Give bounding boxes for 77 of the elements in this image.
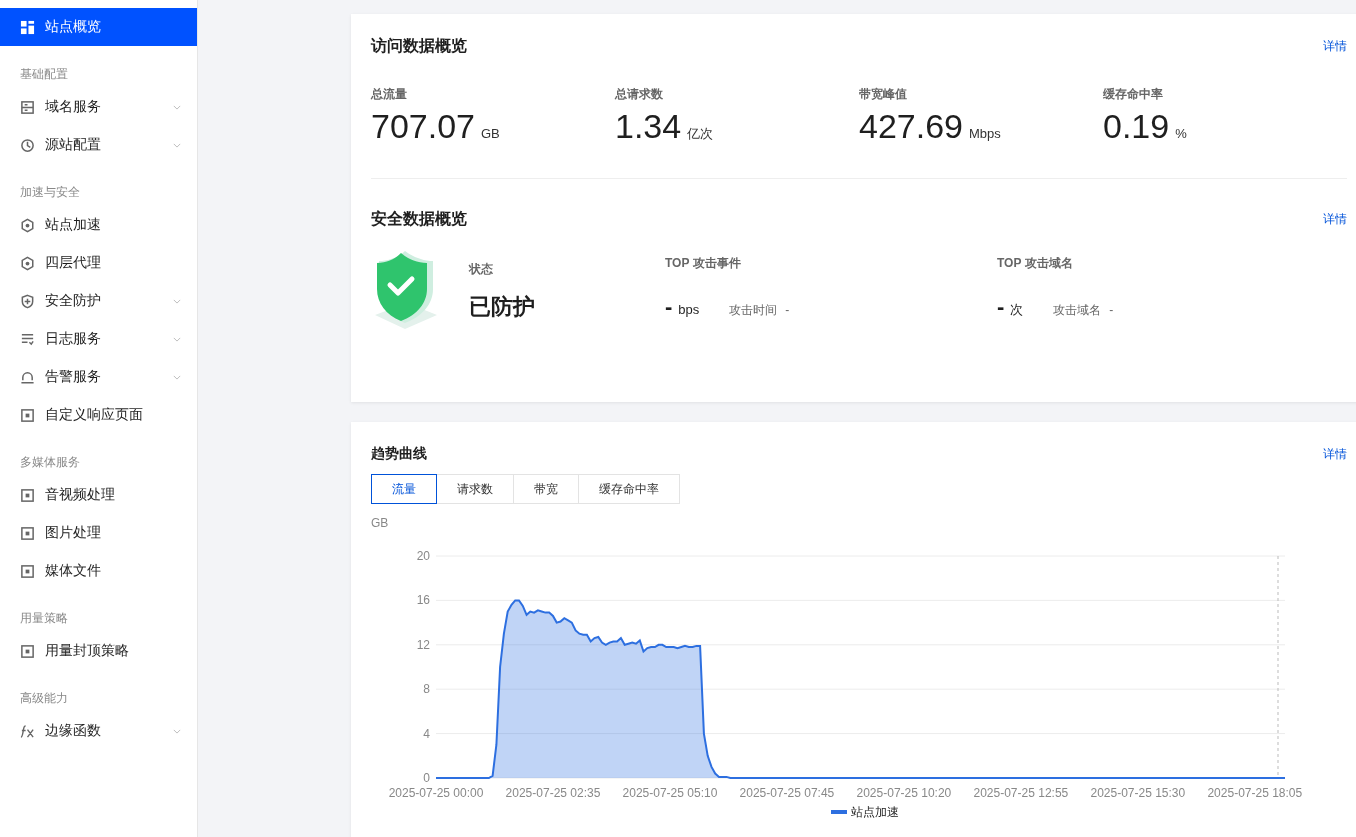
sidebar-item[interactable]: 音视频处理 [0, 476, 197, 514]
x-tick-label: 2025-07-25 07:45 [739, 786, 835, 800]
sidebar-item[interactable]: 自定义响应页面 [0, 396, 197, 434]
details-link[interactable]: 详情 [1323, 37, 1347, 55]
sidebar-item[interactable]: 边缘函数 [0, 712, 197, 750]
y-tick-label: 4 [423, 726, 430, 741]
chart-tab[interactable]: 缓存命中率 [578, 474, 680, 504]
sidebar-section-heading: 用量策略 [19, 610, 69, 627]
stat-value: 0.19 [1103, 107, 1170, 146]
stat-unit: Mbps [969, 126, 1001, 141]
attack-value: - [997, 294, 1005, 320]
sidebar-item[interactable]: 域名服务 [0, 88, 197, 126]
list-icon [20, 99, 35, 115]
chart-tab[interactable]: 流量 [371, 474, 437, 504]
status-value: 已防护 [469, 293, 536, 321]
function-icon [20, 723, 35, 739]
bell-icon [20, 369, 35, 385]
x-tick-label: 2025-07-25 10:20 [856, 786, 952, 800]
stat-label: 总请求数 [615, 86, 664, 103]
y-tick-label: 12 [416, 637, 430, 652]
attack-unit: 次 [1010, 301, 1024, 319]
stat-label: 缓存命中率 [1103, 86, 1164, 103]
attack-label: TOP 攻击事件 [665, 255, 742, 272]
x-tick-label: 2025-07-25 02:35 [505, 786, 601, 800]
status-label: 状态 [469, 261, 494, 278]
clock-icon [20, 137, 35, 153]
details-link[interactable]: 详情 [1323, 445, 1347, 463]
x-tick-label: 2025-07-25 00:00 [388, 786, 484, 800]
sidebar-item[interactable]: 四层代理 [0, 244, 197, 282]
legend-label: 站点加速 [851, 805, 899, 819]
x-tick-label: 2025-07-25 15:30 [1090, 786, 1186, 800]
sidebar-section-heading: 加速与安全 [19, 184, 81, 201]
dashboard-icon [20, 19, 35, 35]
x-tick-label: 2025-07-25 18:05 [1207, 786, 1303, 800]
x-tick-label: 2025-07-25 12:55 [973, 786, 1069, 800]
hexagon-icon [20, 255, 35, 271]
sidebar-item[interactable]: 安全防护 [0, 282, 197, 320]
attack-sub-value: - [785, 303, 790, 317]
sidebar-item[interactable]: 站点概览 [0, 8, 197, 46]
sidebar-section-heading: 多媒体服务 [19, 454, 81, 471]
attack-sub-value: - [1109, 303, 1114, 317]
sidebar-item[interactable]: 用量封顶策略 [0, 632, 197, 670]
stat-label: 总流量 [371, 86, 408, 103]
stat-unit: 亿次 [687, 125, 714, 143]
attack-unit: bps [678, 302, 700, 317]
sidebar-section-heading: 基础配置 [19, 66, 69, 83]
sidebar-item[interactable]: 源站配置 [0, 126, 197, 164]
sidebar-item[interactable]: 图片处理 [0, 514, 197, 552]
chart-tab[interactable]: 带宽 [513, 474, 579, 504]
section-title: 安全数据概览 [371, 208, 467, 229]
attack-sub-label: 攻击时间 [729, 302, 778, 319]
sidebar-item[interactable]: 媒体文件 [0, 552, 197, 590]
y-tick-label: 0 [423, 771, 430, 785]
y-axis-unit: GB [371, 516, 390, 530]
list-icon [20, 331, 35, 347]
stat-unit: GB [481, 126, 500, 141]
attack-label: TOP 攻击域名 [997, 255, 1074, 272]
section-title: 访问数据概览 [371, 35, 467, 56]
attack-sub-label: 攻击域名 [1053, 302, 1102, 319]
section-title: 趋势曲线 [371, 445, 427, 463]
sidebar-item[interactable]: 站点加速 [0, 206, 197, 244]
stat-value: 707.07 [371, 107, 475, 146]
sidebar-item[interactable]: 告警服务 [0, 358, 197, 396]
stat-unit: % [1175, 126, 1187, 141]
sidebar-item[interactable]: 日志服务 [0, 320, 197, 358]
sidebar-section-heading: 高级能力 [19, 690, 69, 707]
chart-tab[interactable]: 请求数 [436, 474, 514, 504]
attack-value: - [665, 294, 673, 320]
details-link[interactable]: 详情 [1323, 210, 1347, 228]
y-tick-label: 8 [423, 682, 430, 697]
x-tick-label: 2025-07-25 05:10 [622, 786, 718, 800]
stat-value: 1.34 [615, 107, 682, 146]
stat-label: 带宽峰值 [859, 86, 908, 103]
y-tick-label: 20 [416, 549, 430, 563]
shield-icon [20, 293, 35, 309]
y-tick-label: 16 [416, 593, 430, 608]
stat-value: 427.69 [859, 107, 963, 146]
